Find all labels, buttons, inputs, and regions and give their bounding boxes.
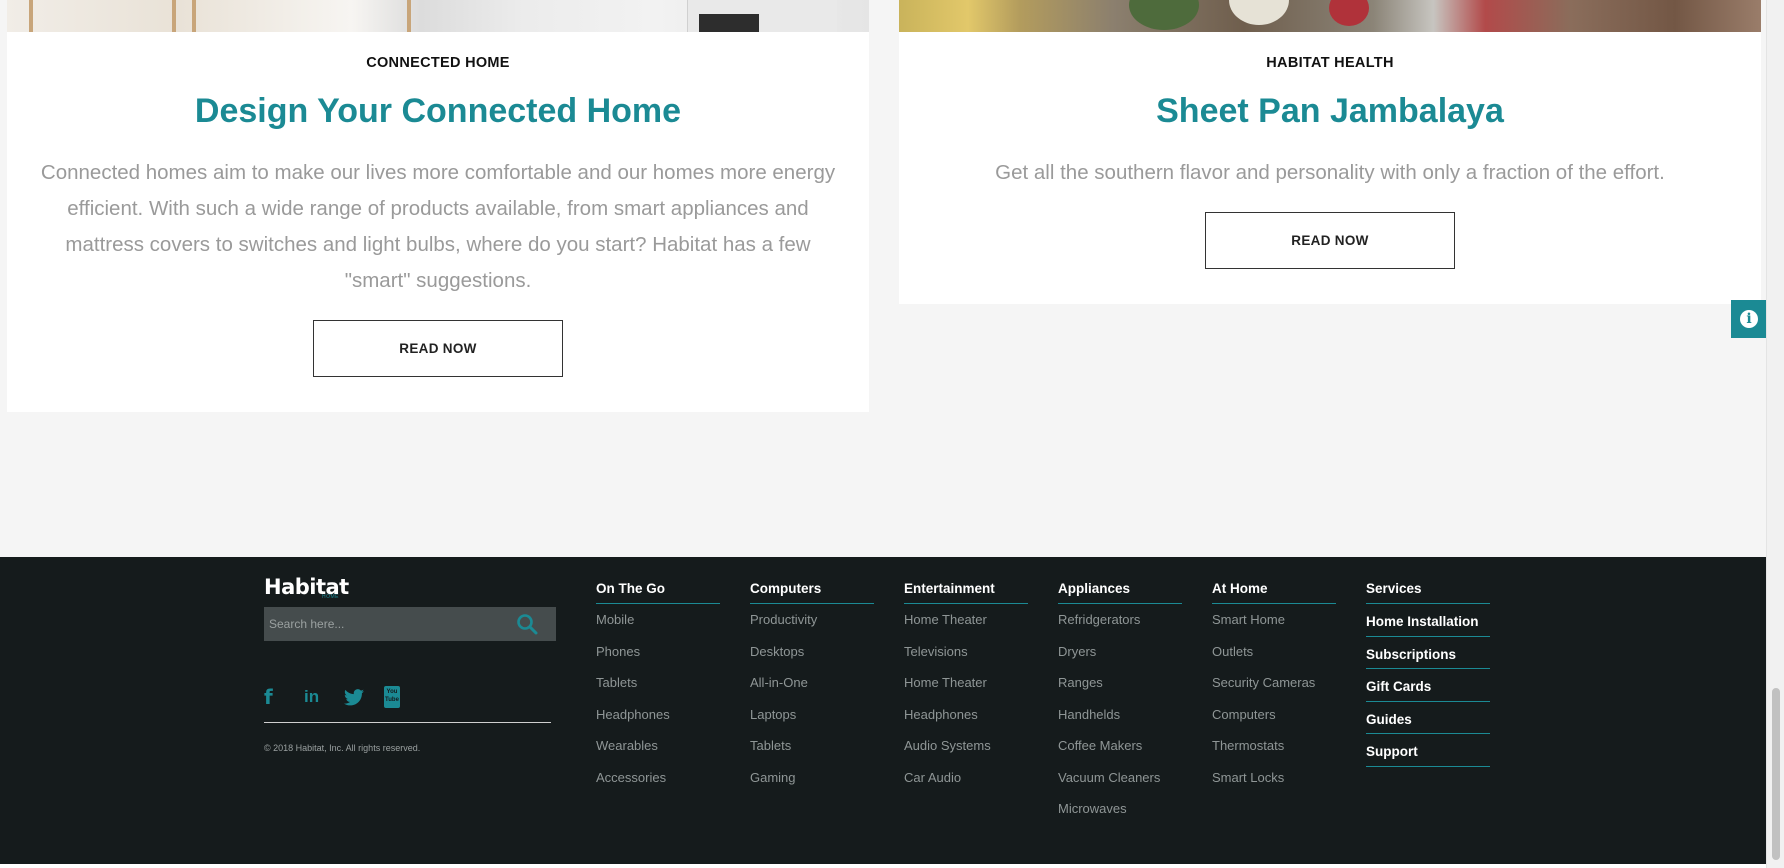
column-heading[interactable]: Appliances xyxy=(1058,581,1182,604)
service-link-home-installation[interactable]: Home Installation xyxy=(1366,604,1490,637)
chair-leg xyxy=(192,0,196,32)
vegetable xyxy=(1329,0,1369,26)
footer-logo-subtitle: HOME xyxy=(322,594,339,600)
footer-link[interactable]: Thermostats xyxy=(1212,730,1336,762)
card-title[interactable]: Sheet Pan Jambalaya xyxy=(899,92,1761,131)
footer-link[interactable]: Headphones xyxy=(904,699,1028,731)
article-card-connected-home: CONNECTED HOME Design Your Connected Hom… xyxy=(7,0,869,412)
footer-link[interactable]: Headphones xyxy=(596,699,720,731)
linkedin-icon[interactable]: in xyxy=(304,685,344,709)
footer-link[interactable]: Productivity xyxy=(750,604,874,636)
footer-link[interactable]: Dryers xyxy=(1058,636,1182,668)
card-category: HABITAT HEALTH xyxy=(1266,55,1394,71)
footer-link[interactable]: Televisions xyxy=(904,636,1028,668)
footer-link[interactable]: Mobile xyxy=(596,604,720,636)
footer-link[interactable]: Tablets xyxy=(750,730,874,762)
footer-column-entertainment: Entertainment Home Theater Televisions H… xyxy=(904,581,1028,793)
footer-link[interactable]: Handhelds xyxy=(1058,699,1182,731)
footer-link[interactable]: Outlets xyxy=(1212,636,1336,668)
footer-column-services: Services Home Installation Subscriptions… xyxy=(1366,581,1490,767)
vegetable xyxy=(1229,0,1289,25)
column-heading[interactable]: At Home xyxy=(1212,581,1336,604)
vegetable xyxy=(1129,0,1199,30)
read-now-button[interactable]: READ NOW xyxy=(313,320,563,377)
chair-leg xyxy=(172,0,176,32)
column-heading[interactable]: Entertainment xyxy=(904,581,1028,604)
footer-link[interactable]: Computers xyxy=(1212,699,1336,731)
footer-link[interactable]: Phones xyxy=(596,636,720,668)
twitter-icon[interactable] xyxy=(344,685,384,709)
card-image-kitchen[interactable] xyxy=(7,0,869,32)
footer-link[interactable]: Refridgerators xyxy=(1058,604,1182,636)
youtube-icon[interactable]: You Tube xyxy=(384,685,424,709)
footer-column-on-the-go: On The Go Mobile Phones Tablets Headphon… xyxy=(596,581,720,793)
footer-link[interactable]: Accessories xyxy=(596,762,720,794)
page-bottom-edge xyxy=(0,864,1766,868)
read-now-button[interactable]: READ NOW xyxy=(1205,212,1455,269)
chair-leg xyxy=(407,0,411,32)
copyright-text: © 2018 Habitat, Inc. All rights reserved… xyxy=(264,743,421,753)
info-button[interactable]: i xyxy=(1731,300,1767,338)
footer-column-appliances: Appliances Refridgerators Dryers Ranges … xyxy=(1058,581,1182,825)
footer-column-computers: Computers Productivity Desktops All-in-O… xyxy=(750,581,874,793)
footer-link[interactable]: Vacuum Cleaners xyxy=(1058,762,1182,794)
footer-link[interactable]: Audio Systems xyxy=(904,730,1028,762)
footer-link[interactable]: Ranges xyxy=(1058,667,1182,699)
card-category: CONNECTED HOME xyxy=(366,55,510,71)
search-icon[interactable] xyxy=(516,613,538,635)
service-link-subscriptions[interactable]: Subscriptions xyxy=(1366,637,1490,669)
footer-link[interactable]: Smart Home xyxy=(1212,604,1336,636)
service-link-guides[interactable]: Guides xyxy=(1366,702,1490,734)
footer-link[interactable]: Car Audio xyxy=(904,762,1028,794)
oven-door xyxy=(699,14,759,32)
card-title[interactable]: Design Your Connected Home xyxy=(7,92,869,131)
service-link-support[interactable]: Support xyxy=(1366,734,1490,767)
card-image-food[interactable] xyxy=(899,0,1761,32)
footer-link[interactable]: Tablets xyxy=(596,667,720,699)
card-description: Connected homes aim to make our lives mo… xyxy=(40,161,836,292)
service-link-gift-cards[interactable]: Gift Cards xyxy=(1366,669,1490,702)
chair-leg xyxy=(29,0,33,32)
footer-link[interactable]: Smart Locks xyxy=(1212,762,1336,794)
footer-search xyxy=(264,607,556,641)
footer-link[interactable]: Gaming xyxy=(750,762,874,794)
footer-divider xyxy=(264,722,551,723)
services-heading[interactable]: Services xyxy=(1366,581,1490,604)
site-footer: Habitat HOME f in You Tube © 2018 Habita… xyxy=(0,557,1766,864)
vertical-scrollbar[interactable] xyxy=(1766,0,1784,868)
facebook-icon[interactable]: f xyxy=(264,685,304,709)
footer-link[interactable]: Security Cameras xyxy=(1212,667,1336,699)
social-links: f in You Tube xyxy=(264,685,424,709)
footer-link[interactable]: Desktops xyxy=(750,636,874,668)
column-heading[interactable]: Computers xyxy=(750,581,874,604)
article-card-sheet-pan-jambalaya: HABITAT HEALTH Sheet Pan Jambalaya Get a… xyxy=(899,0,1761,304)
info-icon: i xyxy=(1740,310,1758,328)
scrollbar-thumb[interactable] xyxy=(1772,688,1780,860)
footer-link[interactable]: Microwaves xyxy=(1058,793,1182,825)
footer-link[interactable]: Laptops xyxy=(750,699,874,731)
footer-column-at-home: At Home Smart Home Outlets Security Came… xyxy=(1212,581,1336,793)
column-heading[interactable]: On The Go xyxy=(596,581,720,604)
footer-link[interactable]: All-in-One xyxy=(750,667,874,699)
card-description: Get all the southern flavor and personal… xyxy=(995,161,1665,184)
footer-link[interactable]: Wearables xyxy=(596,730,720,762)
search-input[interactable] xyxy=(264,607,504,641)
footer-link[interactable]: Home Theater xyxy=(904,667,1028,699)
footer-link[interactable]: Home Theater xyxy=(904,604,1028,636)
footer-link[interactable]: Coffee Makers xyxy=(1058,730,1182,762)
